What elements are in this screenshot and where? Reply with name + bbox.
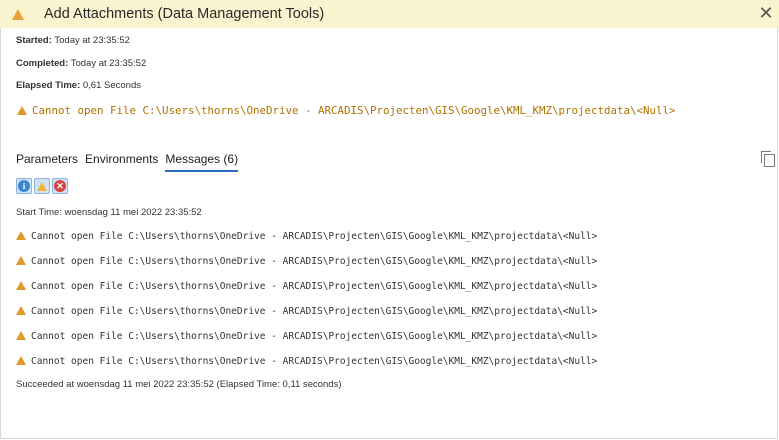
message-start: Start Time: woensdag 11 mei 2022 23:35:5… <box>16 207 202 218</box>
completed-value: Today at 23:35:52 <box>68 58 147 69</box>
message-warning: Cannot open File C:\Users\thorns\OneDriv… <box>16 281 597 292</box>
tab-messages[interactable]: Messages (6) <box>165 152 239 172</box>
dialog-header: Add Attachments (Data Management Tools) … <box>0 0 779 28</box>
elapsed-row: Elapsed Time: 0,61 Seconds <box>16 80 141 91</box>
warning-icon <box>16 256 26 265</box>
message-warning: Cannot open File C:\Users\thorns\OneDriv… <box>16 231 597 242</box>
tab-environments[interactable]: Environments <box>85 152 158 172</box>
close-button[interactable]: ✕ <box>756 3 776 23</box>
copy-icon[interactable] <box>761 151 775 167</box>
elapsed-value: 0,61 Seconds <box>80 80 141 91</box>
warning-icon <box>37 181 47 191</box>
filter-error-button[interactable]: ✕ <box>52 178 68 194</box>
message-warning: Cannot open File C:\Users\thorns\OneDriv… <box>16 256 597 267</box>
message-warning: Cannot open File C:\Users\thorns\OneDriv… <box>16 356 597 367</box>
message-warning: Cannot open File C:\Users\thorns\OneDriv… <box>16 306 597 317</box>
warning-icon <box>16 231 26 240</box>
warning-icon <box>17 106 27 115</box>
error-icon: ✕ <box>54 180 66 192</box>
dialog-title: Add Attachments (Data Management Tools) <box>44 6 325 22</box>
started-value: Today at 23:35:52 <box>51 35 130 46</box>
elapsed-label: Elapsed Time: <box>16 80 81 91</box>
warning-icon <box>16 306 26 315</box>
tab-parameters[interactable]: Parameters <box>16 152 78 172</box>
message-warning: Cannot open File C:\Users\thorns\OneDriv… <box>16 331 597 342</box>
completed-label: Completed: <box>16 58 69 69</box>
filter-warning-button[interactable] <box>34 178 50 194</box>
started-row: Started: Today at 23:35:52 <box>16 35 130 46</box>
warning-icon <box>16 331 26 340</box>
summary-warning-row: Cannot open File C:\Users\thorns\OneDriv… <box>17 104 676 117</box>
warning-icon <box>16 356 26 365</box>
message-end: Succeeded at woensdag 11 mei 2022 23:35:… <box>16 379 342 390</box>
completed-row: Completed: Today at 23:35:52 <box>16 58 146 69</box>
info-icon: i <box>18 180 30 192</box>
started-label: Started: <box>16 35 52 46</box>
summary-warning-text: Cannot open File C:\Users\thorns\OneDriv… <box>32 104 676 117</box>
warning-icon <box>12 8 24 20</box>
warning-icon <box>16 281 26 290</box>
tab-bar: Parameters Environments Messages (6) <box>16 152 239 172</box>
message-filters: i ✕ <box>16 178 68 194</box>
filter-info-button[interactable]: i <box>16 178 32 194</box>
